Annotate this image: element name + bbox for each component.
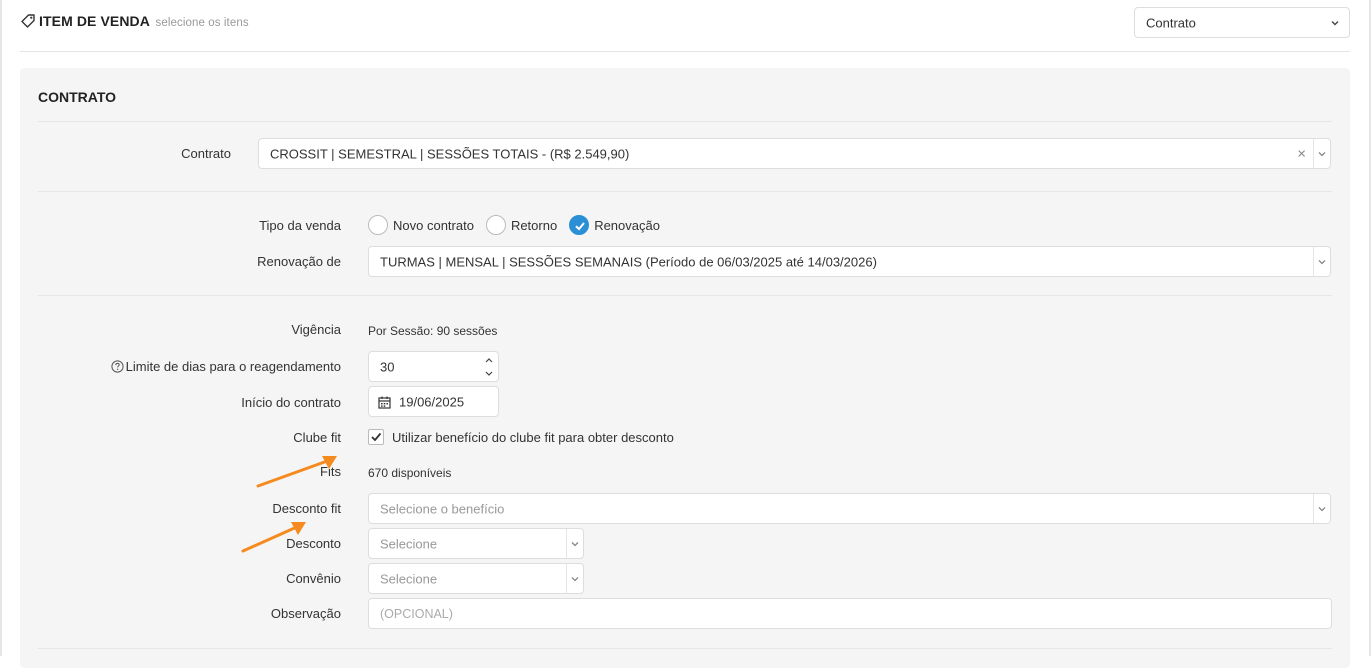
chevron-down-icon [571, 541, 579, 546]
tag-icon [21, 14, 35, 28]
inicio-date-input[interactable]: 19/06/2025 [368, 386, 499, 417]
renovacao-select[interactable]: TURMAS | MENSAL | SESSÕES SEMANAIS (Perí… [368, 246, 1331, 277]
desconto-fit-label: Desconto fit [272, 501, 341, 516]
page-title: ITEM DE VENDA selecione os itens [39, 13, 249, 29]
contrato-select[interactable]: CROSSIT | SEMESTRAL | SESSÕES TOTAIS - (… [258, 138, 1331, 169]
chevron-down-icon [1318, 151, 1326, 156]
contrato-panel: CONTRATO Contrato CROSSIT | SEMESTRAL | … [20, 68, 1350, 668]
radio-retorno[interactable]: Retorno [485, 215, 558, 235]
chevron-down-icon[interactable] [482, 367, 496, 380]
divider [38, 191, 1332, 192]
radio-label: Retorno [510, 217, 558, 233]
chevron-down-icon [571, 576, 579, 581]
fits-label: Fits [320, 464, 341, 479]
number-stepper[interactable] [482, 354, 496, 379]
convenio-placeholder: Selecione [380, 571, 438, 586]
clube-fit-checkbox-label: Utilizar benefício do clube fit para obt… [392, 429, 674, 445]
renovacao-select-value: TURMAS | MENSAL | SESSÕES SEMANAIS (Perí… [380, 254, 877, 269]
desconto-select[interactable]: Selecione [368, 528, 584, 559]
renovacao-label: Renovação de [257, 254, 341, 269]
desconto-fit-select[interactable]: Selecione o benefício [368, 493, 1331, 524]
tipo-venda-label: Tipo da venda [259, 218, 341, 233]
select-separator [1313, 139, 1314, 168]
item-type-select-value: Contrato [1146, 15, 1196, 30]
chevron-down-icon [1318, 506, 1326, 511]
desconto-placeholder: Selecione [380, 536, 438, 551]
radio-label: Renovação [594, 217, 660, 233]
limite-number-input[interactable]: 30 [368, 351, 499, 382]
limite-label-text: Limite de dias para o reagendamento [125, 359, 341, 374]
vigencia-value: Por Sessão: 90 sessões [368, 324, 498, 338]
select-separator [1313, 494, 1314, 523]
vigencia-label: Vigência [291, 322, 341, 337]
convenio-label: Convênio [286, 571, 341, 586]
clube-fit-checkbox-row[interactable]: Utilizar benefício do clube fit para obt… [368, 429, 674, 445]
page-left-border [0, 0, 2, 656]
limite-value: 30 [380, 359, 395, 374]
radio-novo-contrato[interactable]: Novo contrato [368, 215, 474, 235]
clube-fit-label: Clube fit [293, 430, 341, 445]
radio-renovacao[interactable]: Renovação [569, 215, 660, 235]
clube-fit-checkbox[interactable] [368, 429, 384, 445]
radio-circle[interactable] [485, 215, 506, 235]
select-separator [566, 564, 567, 593]
observacao-label: Observação [270, 606, 341, 621]
observacao-input[interactable]: (OPCIONAL) [368, 598, 1332, 629]
desconto-label: Desconto [286, 536, 341, 551]
select-separator [1313, 247, 1314, 276]
check-icon [575, 222, 585, 231]
select-separator [566, 529, 567, 558]
radio-label: Novo contrato [393, 217, 474, 233]
radio-circle-checked[interactable] [569, 215, 590, 235]
help-icon[interactable] [111, 360, 124, 373]
inicio-value: 19/06/2025 [399, 394, 465, 409]
calendar-icon [378, 396, 391, 409]
radio-circle[interactable] [368, 215, 388, 235]
item-type-select[interactable]: Contrato [1134, 7, 1350, 38]
check-icon [371, 432, 382, 442]
page-title-text: ITEM DE VENDA [39, 13, 150, 29]
chevron-up-icon[interactable] [482, 354, 496, 367]
divider [38, 295, 1332, 296]
chevron-down-icon [1318, 259, 1326, 264]
inicio-label: Início do contrato [241, 395, 341, 410]
tipo-venda-radio-group: Novo contrato Retorno Renovação [368, 215, 672, 235]
page-subtitle: selecione os itens [155, 17, 249, 29]
item-de-venda-header: ITEM DE VENDA selecione os itens Contrat… [20, 0, 1350, 52]
chevron-down-icon [1331, 20, 1339, 25]
fits-value: 670 disponíveis [368, 466, 452, 480]
clear-icon[interactable]: × [1297, 145, 1306, 162]
observacao-placeholder: (OPCIONAL) [380, 606, 453, 621]
panel-title: CONTRATO [38, 89, 117, 105]
convenio-select[interactable]: Selecione [368, 563, 584, 594]
limite-label: Limite de dias para o reagendamento [111, 359, 341, 374]
desconto-fit-placeholder: Selecione o benefício [380, 501, 505, 516]
contrato-label: Contrato [181, 146, 231, 161]
contrato-select-value: CROSSIT | SEMESTRAL | SESSÕES TOTAIS - (… [270, 146, 630, 161]
divider [38, 121, 1332, 122]
divider [38, 648, 1332, 649]
